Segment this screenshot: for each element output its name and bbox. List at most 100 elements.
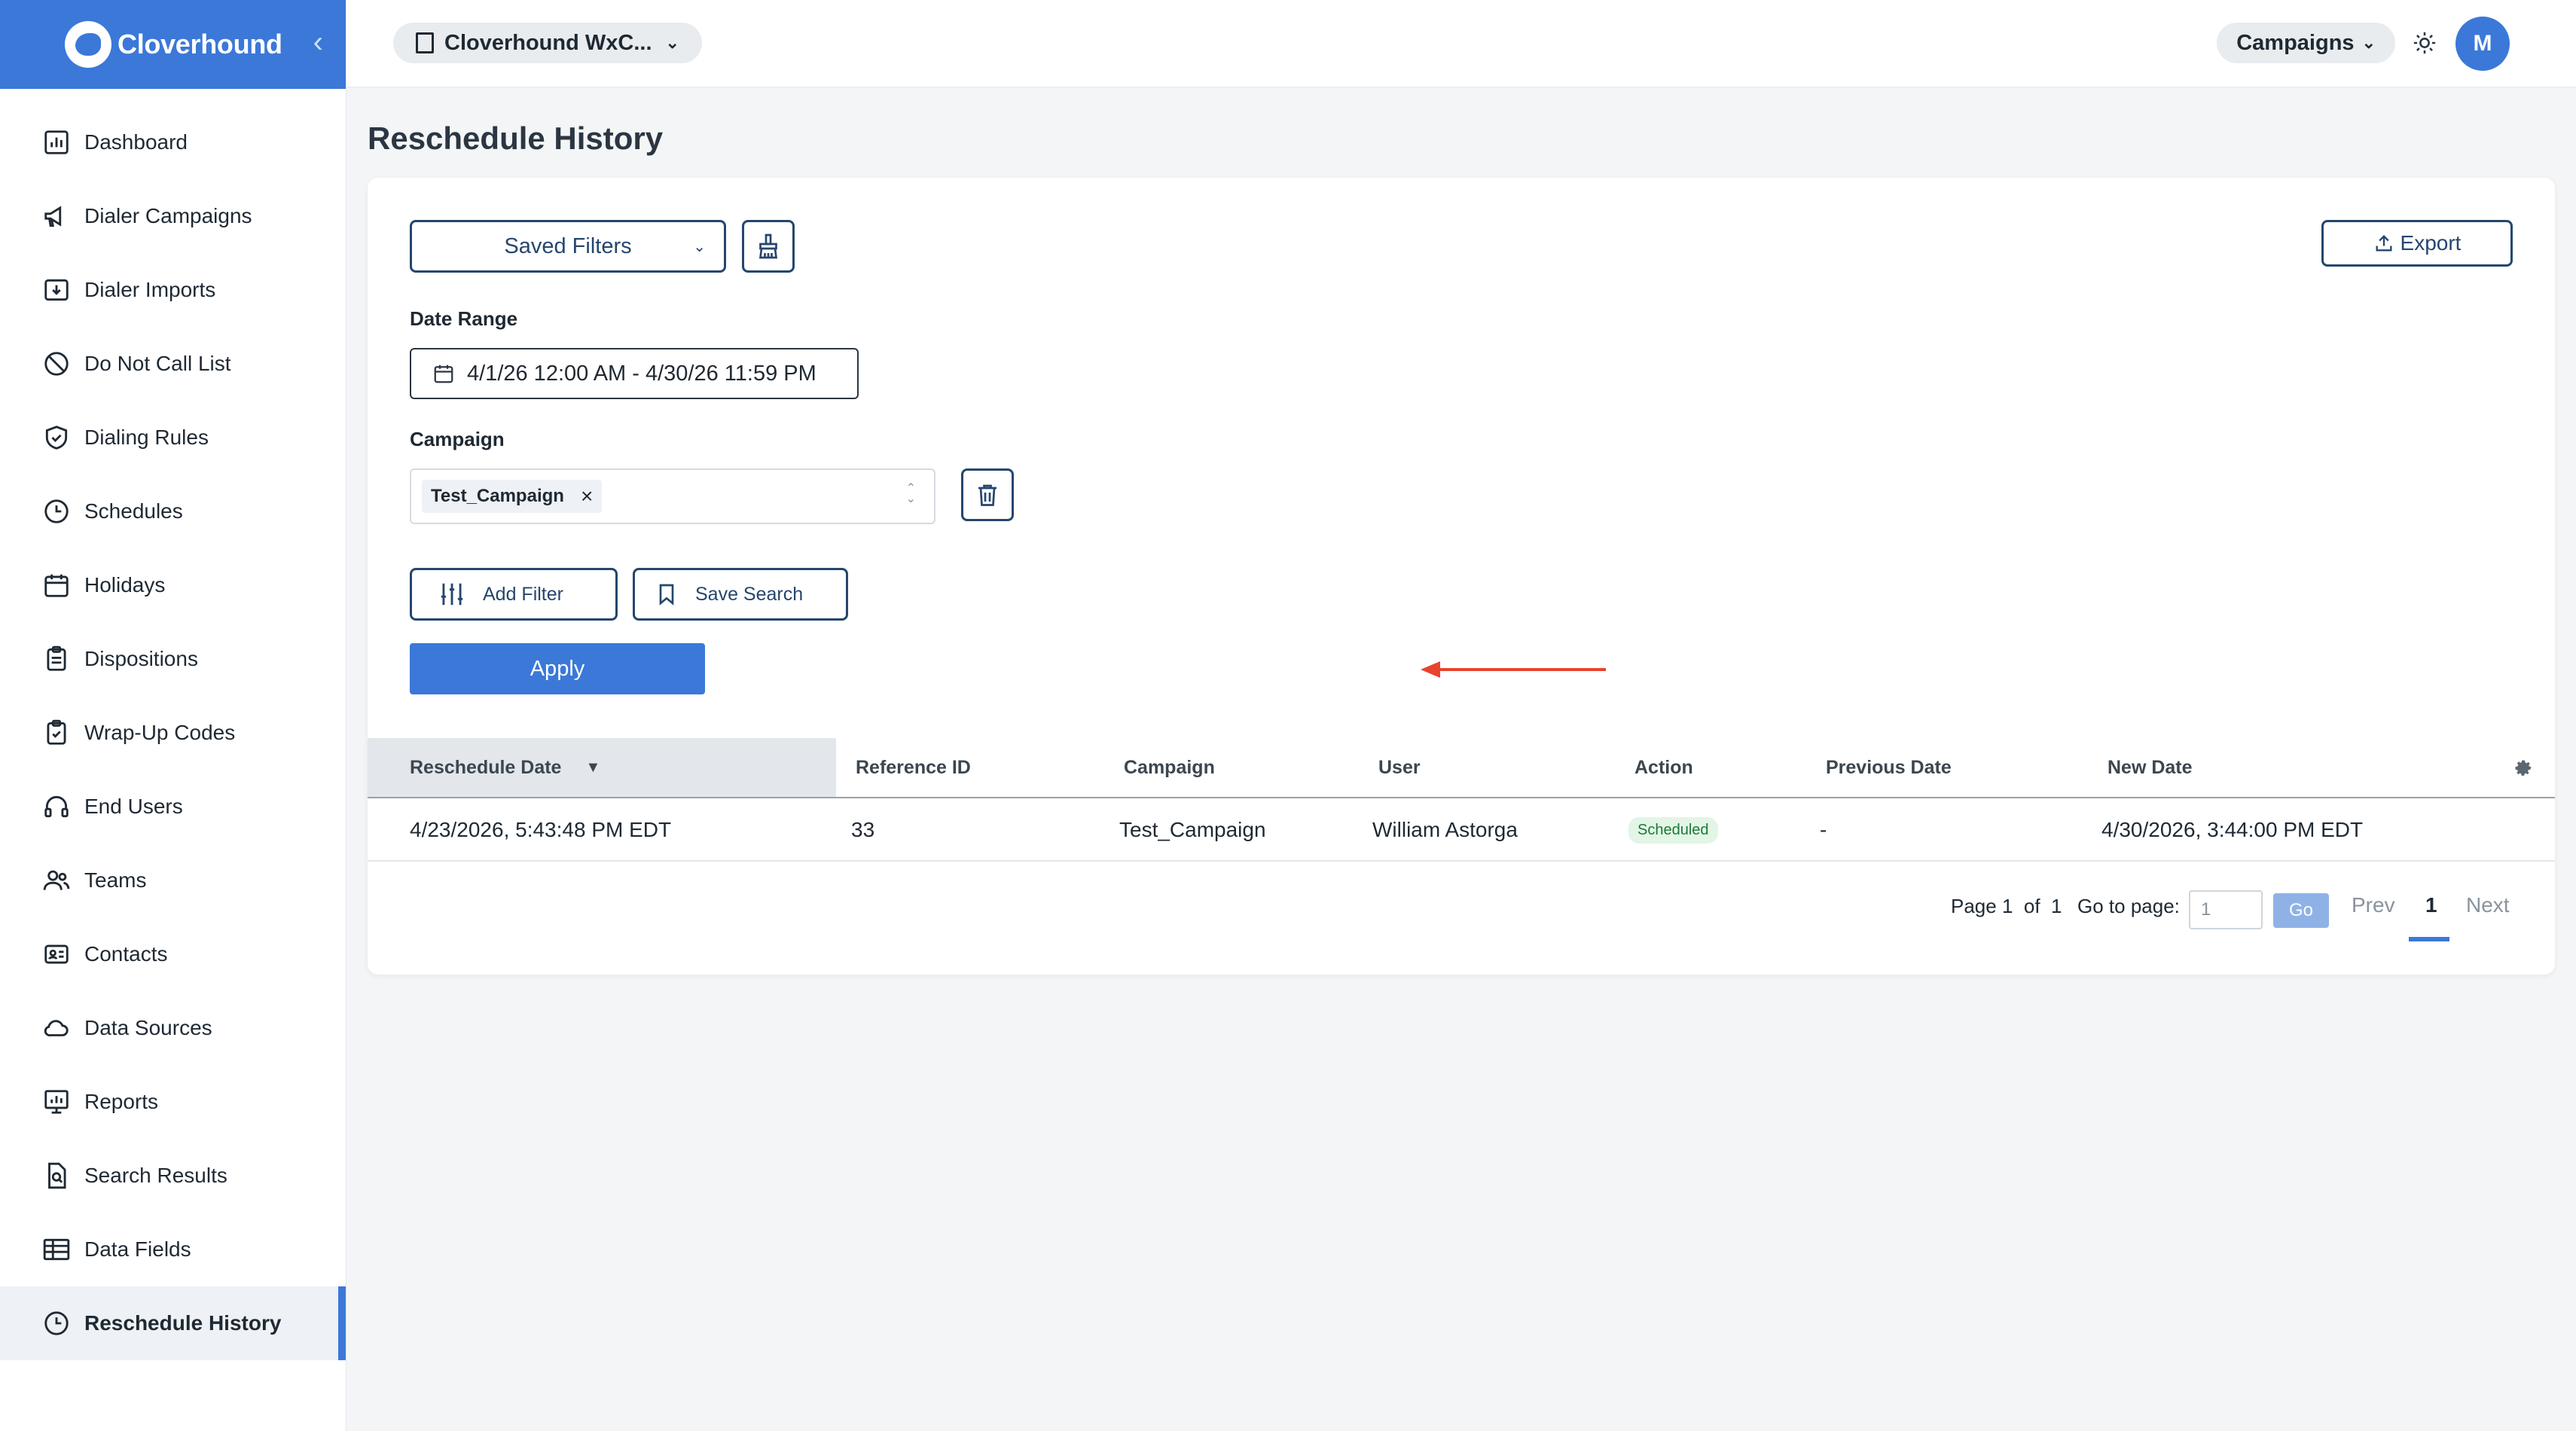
go-button[interactable]: Go [2273, 893, 2329, 928]
select-updown-icon: ⌃ ⌄ [905, 482, 916, 505]
column-header-reschedule-date[interactable]: Reschedule Date ▼ [368, 738, 836, 797]
sidebar-item-label: Schedules [84, 499, 183, 523]
column-header-reference-id[interactable]: Reference ID [856, 738, 971, 797]
page-number-link[interactable]: 1 [2425, 893, 2437, 917]
sidebar-item-label: Dialing Rules [84, 426, 209, 449]
org-selector[interactable]: Cloverhound WxC... ⌄ [393, 23, 702, 63]
sidebar-item-label: Reschedule History [84, 1311, 282, 1335]
cell-new-date: 4/30/2026, 3:44:00 PM EDT [2101, 818, 2364, 841]
column-header-campaign[interactable]: Campaign [1124, 738, 1215, 797]
delete-filter-button[interactable] [961, 468, 1014, 521]
sidebar-item-label: Search Results [84, 1164, 227, 1187]
cell-user: William Astorga [1372, 818, 1518, 841]
sidebar-item-end-users[interactable]: End Users [0, 770, 346, 844]
page-total: 1 [2051, 895, 2062, 917]
sidebar-item-data-sources[interactable]: Data Sources [0, 991, 346, 1065]
page-current: 1 [2001, 895, 2013, 917]
column-header-user[interactable]: User [1378, 738, 1421, 797]
dashboard-icon [41, 127, 72, 158]
sidebar-item-data-fields[interactable]: Data Fields [0, 1213, 346, 1286]
sidebar-item-wrap-up-codes[interactable]: Wrap-Up Codes [0, 696, 346, 770]
clipboard-check-icon [41, 717, 72, 749]
campaign-tag-label: Test_Campaign [431, 486, 564, 506]
upload-icon [2376, 235, 2392, 252]
go-to-page-input[interactable]: 1 [2189, 890, 2263, 929]
date-range-picker[interactable]: 4/1/26 12:00 AM - 4/30/26 11:59 PM [410, 348, 859, 399]
sidebar-item-label: Dialer Campaigns [84, 204, 252, 227]
sidebar-item-teams[interactable]: Teams [0, 844, 346, 917]
shield-icon [41, 422, 72, 453]
column-header-action[interactable]: Action [1634, 738, 1693, 797]
chevron-down-icon: ⌄ [665, 33, 679, 52]
next-page-link[interactable]: Next [2466, 893, 2510, 917]
clear-filters-button[interactable] [742, 220, 795, 273]
collapse-sidebar-button[interactable]: ‹ [313, 27, 323, 57]
add-filter-button[interactable]: Add Filter [410, 568, 618, 621]
date-range-value: 4/1/26 12:00 AM - 4/30/26 11:59 PM [467, 361, 816, 386]
sidebar-item-search-results[interactable]: Search Results [0, 1139, 346, 1213]
block-icon [41, 348, 72, 380]
contact-card-icon [41, 938, 72, 970]
table-header: Reschedule Date ▼ Reference ID Campaign … [368, 738, 2555, 798]
column-header-new-date[interactable]: New Date [2107, 738, 2193, 797]
page-of-word: of [2023, 895, 2040, 917]
sidebar-item-reports[interactable]: Reports [0, 1065, 346, 1139]
page-title: Reschedule History [368, 121, 664, 156]
broom-icon [758, 233, 778, 259]
prev-page-link[interactable]: Prev [2352, 893, 2395, 917]
sidebar-item-dialer-campaigns[interactable]: Dialer Campaigns [0, 179, 346, 253]
saved-filters-label: Saved Filters [504, 233, 632, 258]
sidebar-item-dispositions[interactable]: Dispositions [0, 622, 346, 696]
date-range-label: Date Range [410, 307, 518, 330]
bookmark-icon [659, 584, 674, 606]
sidebar-item-label: Dialer Imports [84, 278, 216, 301]
sidebar-item-label: Contacts [84, 942, 168, 966]
add-filter-label: Add Filter [483, 583, 563, 605]
go-to-page-label: Go to page: [2077, 895, 2180, 917]
status-badge: Scheduled [1628, 816, 1718, 844]
annotation-arrow [1421, 661, 1606, 678]
file-search-icon [41, 1160, 72, 1191]
chevron-down-icon: ⌄ [693, 238, 706, 255]
headset-icon [41, 791, 72, 822]
top-bar: Cloverhound WxC... ⌄ Campaigns ⌄ M [346, 0, 2576, 87]
sidebar-item-label: Reports [84, 1090, 159, 1113]
save-search-button[interactable]: Save Search [633, 568, 848, 621]
chevron-down-icon: ⌄ [2361, 33, 2376, 52]
remove-tag-icon[interactable]: × [581, 484, 593, 508]
column-header-previous-date[interactable]: Previous Date [1826, 738, 1952, 797]
saved-filters-dropdown[interactable]: Saved Filters ⌄ [410, 220, 726, 273]
clipboard-icon [41, 643, 72, 675]
apply-button[interactable]: Apply [410, 643, 705, 694]
clock-icon [41, 1307, 72, 1339]
gear-icon[interactable] [2513, 758, 2534, 779]
app-switcher[interactable]: Campaigns ⌄ [2217, 23, 2395, 63]
table-icon [41, 1234, 72, 1265]
brand-name: Cloverhound [118, 29, 282, 59]
users-icon [41, 865, 72, 896]
cloud-icon [41, 1012, 72, 1044]
sidebar-item-dialing-rules[interactable]: Dialing Rules [0, 401, 346, 474]
save-search-label: Save Search [695, 583, 804, 605]
cell-action: Scheduled [1628, 798, 1718, 862]
clock-icon [41, 496, 72, 527]
campaign-multiselect[interactable]: Test_Campaign × ⌃ ⌄ [410, 468, 935, 524]
sidebar: Cloverhound ‹ Dashboard Dialer Campaigns… [0, 0, 346, 1431]
table-row[interactable]: 4/23/2026, 5:43:48 PM EDT 33 Test_Campai… [368, 798, 2555, 862]
sidebar-item-reschedule-history[interactable]: Reschedule History [0, 1286, 346, 1360]
sidebar-item-dashboard[interactable]: Dashboard [0, 105, 346, 179]
sidebar-item-label: Do Not Call List [84, 352, 231, 375]
sidebar-item-dialer-imports[interactable]: Dialer Imports [0, 253, 346, 327]
sidebar-item-label: Dispositions [84, 647, 198, 670]
theme-toggle-sun-icon[interactable] [2412, 30, 2437, 56]
column-label: Reschedule Date [410, 756, 562, 778]
avatar[interactable]: M [2455, 17, 2510, 71]
sidebar-item-holidays[interactable]: Holidays [0, 548, 346, 622]
sidebar-item-do-not-call-list[interactable]: Do Not Call List [0, 327, 346, 401]
cloverhound-logo-icon [65, 21, 111, 68]
cell-reference-id: 33 [851, 818, 875, 841]
sidebar-item-schedules[interactable]: Schedules [0, 474, 346, 548]
export-button[interactable]: Export [2321, 220, 2513, 267]
calendar-icon [41, 569, 72, 601]
sidebar-item-contacts[interactable]: Contacts [0, 917, 346, 991]
